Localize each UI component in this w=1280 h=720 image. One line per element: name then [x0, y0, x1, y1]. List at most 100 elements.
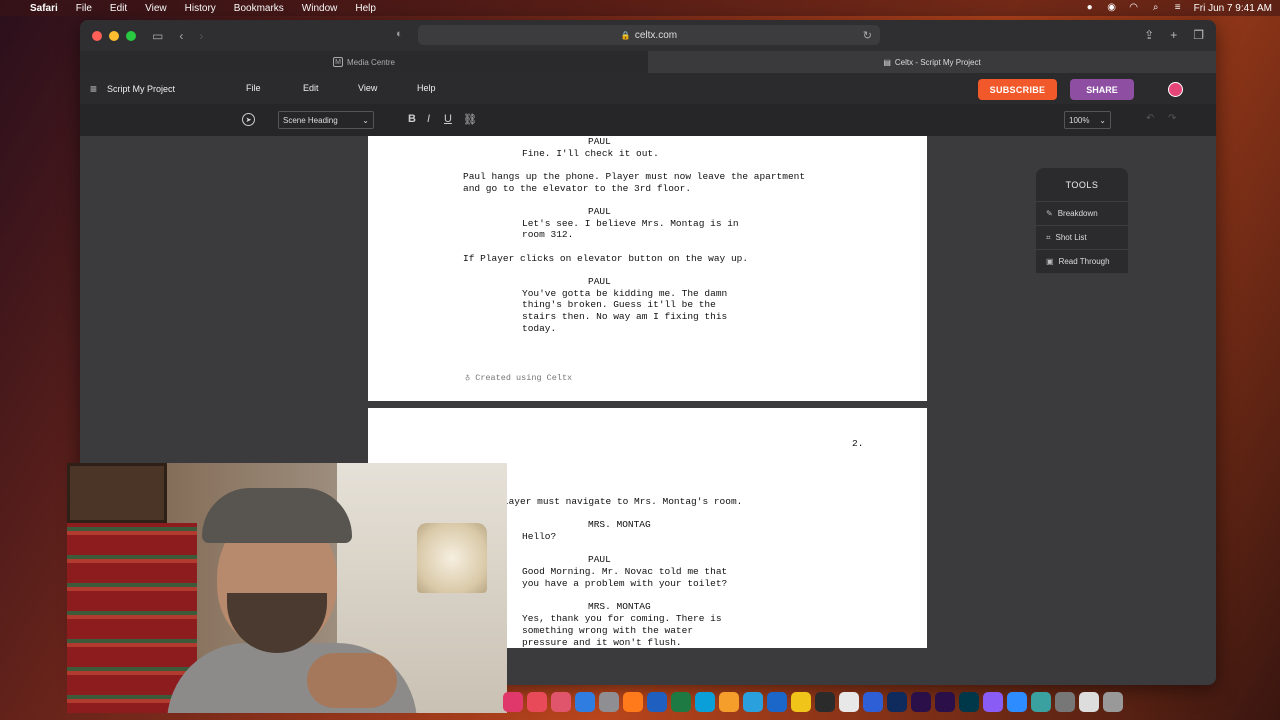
- excel-icon[interactable]: [671, 692, 691, 712]
- menu-clock[interactable]: Fri Jun 7 9:41 AM: [1194, 3, 1272, 14]
- action-line[interactable]: Paul hangs up the phone. Player must now…: [463, 171, 805, 182]
- skype-icon[interactable]: [695, 692, 715, 712]
- tool-breakdown[interactable]: ✎ Breakdown: [1036, 201, 1128, 225]
- wifi-icon[interactable]: ◠: [1128, 3, 1140, 13]
- dialogue-line[interactable]: today.: [522, 323, 556, 334]
- menu-view[interactable]: View: [145, 3, 167, 14]
- privacy-shield-icon[interactable]: ◐: [396, 28, 403, 40]
- character-name[interactable]: PAUL: [588, 276, 611, 287]
- notes-icon[interactable]: [1079, 692, 1099, 712]
- navigator-compass-icon[interactable]: ➤: [242, 113, 255, 126]
- news-icon[interactable]: [527, 692, 547, 712]
- zoom-app-icon[interactable]: [1007, 692, 1027, 712]
- action-line[interactable]: If Player clicks on elevator button on t…: [463, 253, 748, 264]
- underline-button[interactable]: U: [444, 113, 452, 125]
- system-preferences-icon[interactable]: [599, 692, 619, 712]
- tool-shot-list[interactable]: ⌗ Shot List: [1036, 225, 1128, 249]
- vlc-icon[interactable]: [719, 692, 739, 712]
- zoom-window-button[interactable]: [126, 30, 136, 41]
- finder-icon[interactable]: [1031, 692, 1051, 712]
- dialogue-line[interactable]: room 312.: [522, 229, 573, 240]
- dialogue-line[interactable]: Yes, thank you for coming. There is: [522, 613, 722, 624]
- firefox-icon[interactable]: [623, 692, 643, 712]
- character-name[interactable]: PAUL: [588, 554, 611, 565]
- subscribe-button[interactable]: SUBSCRIBE: [978, 79, 1057, 100]
- menu-window[interactable]: Window: [302, 3, 338, 14]
- control-center-icon[interactable]: ≡: [1172, 3, 1184, 13]
- sidebar-icon[interactable]: ▭: [152, 29, 163, 43]
- character-name[interactable]: PAUL: [588, 206, 611, 217]
- chrome-icon[interactable]: [839, 692, 859, 712]
- zoom-dropdown[interactable]: 100% ⌄: [1064, 111, 1111, 129]
- messenger-icon[interactable]: [983, 692, 1003, 712]
- project-title[interactable]: Script My Project: [107, 84, 175, 94]
- dialogue-line[interactable]: Hello?: [522, 531, 556, 542]
- word-icon[interactable]: [647, 692, 667, 712]
- bold-button[interactable]: B: [408, 113, 416, 125]
- undo-icon[interactable]: ↶: [1146, 113, 1154, 124]
- dialogue-line[interactable]: thing's broken. Guess it'll be the: [522, 299, 716, 310]
- search-icon[interactable]: ⌕: [1150, 3, 1162, 13]
- after-effects-icon[interactable]: [911, 692, 931, 712]
- telegram-icon[interactable]: [743, 692, 763, 712]
- utility-icon[interactable]: [791, 692, 811, 712]
- link-icon[interactable]: ⛓: [463, 113, 477, 126]
- pycharm-icon[interactable]: [815, 692, 835, 712]
- character-name[interactable]: MRS. MONTAG: [588, 519, 651, 530]
- signal-icon[interactable]: [767, 692, 787, 712]
- app-menu-view[interactable]: View: [358, 83, 377, 93]
- reload-icon[interactable]: ↻: [863, 29, 872, 42]
- premiere-icon[interactable]: [935, 692, 955, 712]
- dialogue-line[interactable]: Let's see. I believe Mrs. Montag is in: [522, 218, 739, 229]
- audition-icon[interactable]: [959, 692, 979, 712]
- address-bar[interactable]: 🔒 celtx.com ↻: [418, 25, 880, 45]
- tab-overview-icon[interactable]: ❐: [1193, 28, 1204, 42]
- menu-app-name[interactable]: Safari: [30, 3, 58, 14]
- back-icon[interactable]: ‹: [179, 29, 183, 43]
- menu-bookmarks[interactable]: Bookmarks: [234, 3, 284, 14]
- trash-icon[interactable]: [1103, 692, 1123, 712]
- safari-icon[interactable]: [863, 692, 883, 712]
- tab-celtx[interactable]: ▤ Celtx - Script My Project: [648, 51, 1216, 73]
- avatar[interactable]: [1168, 82, 1183, 97]
- tab-media-centre[interactable]: M Media Centre: [80, 51, 648, 73]
- podcasts-icon[interactable]: [503, 692, 523, 712]
- minimize-window-button[interactable]: [109, 30, 119, 41]
- app-menu-edit[interactable]: Edit: [303, 83, 319, 93]
- close-window-button[interactable]: [92, 30, 102, 41]
- dialogue-line[interactable]: You've gotta be kidding me. The damn: [522, 288, 727, 299]
- dialogue-line[interactable]: stairs then. No way am I fixing this: [522, 311, 727, 322]
- dialogue-line[interactable]: something wrong with the water: [522, 625, 693, 636]
- photoshop-icon[interactable]: [887, 692, 907, 712]
- dialogue-line[interactable]: you have a problem with your toilet?: [522, 578, 727, 589]
- app-menu-file[interactable]: File: [246, 83, 261, 93]
- macos-menu-bar: Safari File Edit View History Bookmarks …: [0, 0, 1280, 16]
- menu-file[interactable]: File: [76, 3, 92, 14]
- forward-icon[interactable]: ›: [199, 29, 203, 43]
- record-icon[interactable]: ●: [1084, 3, 1096, 13]
- dialogue-line[interactable]: Fine. I'll check it out.: [522, 148, 659, 159]
- menu-help[interactable]: Help: [355, 3, 376, 14]
- element-type-dropdown[interactable]: Scene Heading ⌄: [278, 111, 374, 129]
- menu-history[interactable]: History: [185, 3, 216, 14]
- app-menu-help[interactable]: Help: [417, 83, 436, 93]
- share-button[interactable]: SHARE: [1070, 79, 1134, 100]
- dialogue-line[interactable]: Good Morning. Mr. Novac told me that: [522, 566, 727, 577]
- share-icon[interactable]: ⇪: [1144, 28, 1154, 42]
- music-icon[interactable]: [551, 692, 571, 712]
- redo-icon[interactable]: ↷: [1168, 113, 1176, 124]
- new-tab-icon[interactable]: +: [1170, 28, 1177, 42]
- tool-read-through[interactable]: ▣ Read Through: [1036, 249, 1128, 273]
- italic-button[interactable]: I: [427, 113, 430, 125]
- script-page-1[interactable]: PAUL Fine. I'll check it out. Paul hangs…: [368, 136, 927, 401]
- app-store-icon[interactable]: [575, 692, 595, 712]
- hamburger-menu-icon[interactable]: ≡: [90, 82, 97, 96]
- dialogue-line[interactable]: pressure and it won't flush.: [522, 637, 682, 648]
- menu-edit[interactable]: Edit: [110, 3, 127, 14]
- character-name[interactable]: PAUL: [588, 136, 611, 147]
- pencil-icon: ✎: [1046, 209, 1053, 218]
- status-icon[interactable]: ◉: [1106, 3, 1118, 13]
- character-name[interactable]: MRS. MONTAG: [588, 601, 651, 612]
- action-line[interactable]: and go to the elevator to the 3rd floor.: [463, 183, 691, 194]
- preview-icon[interactable]: [1055, 692, 1075, 712]
